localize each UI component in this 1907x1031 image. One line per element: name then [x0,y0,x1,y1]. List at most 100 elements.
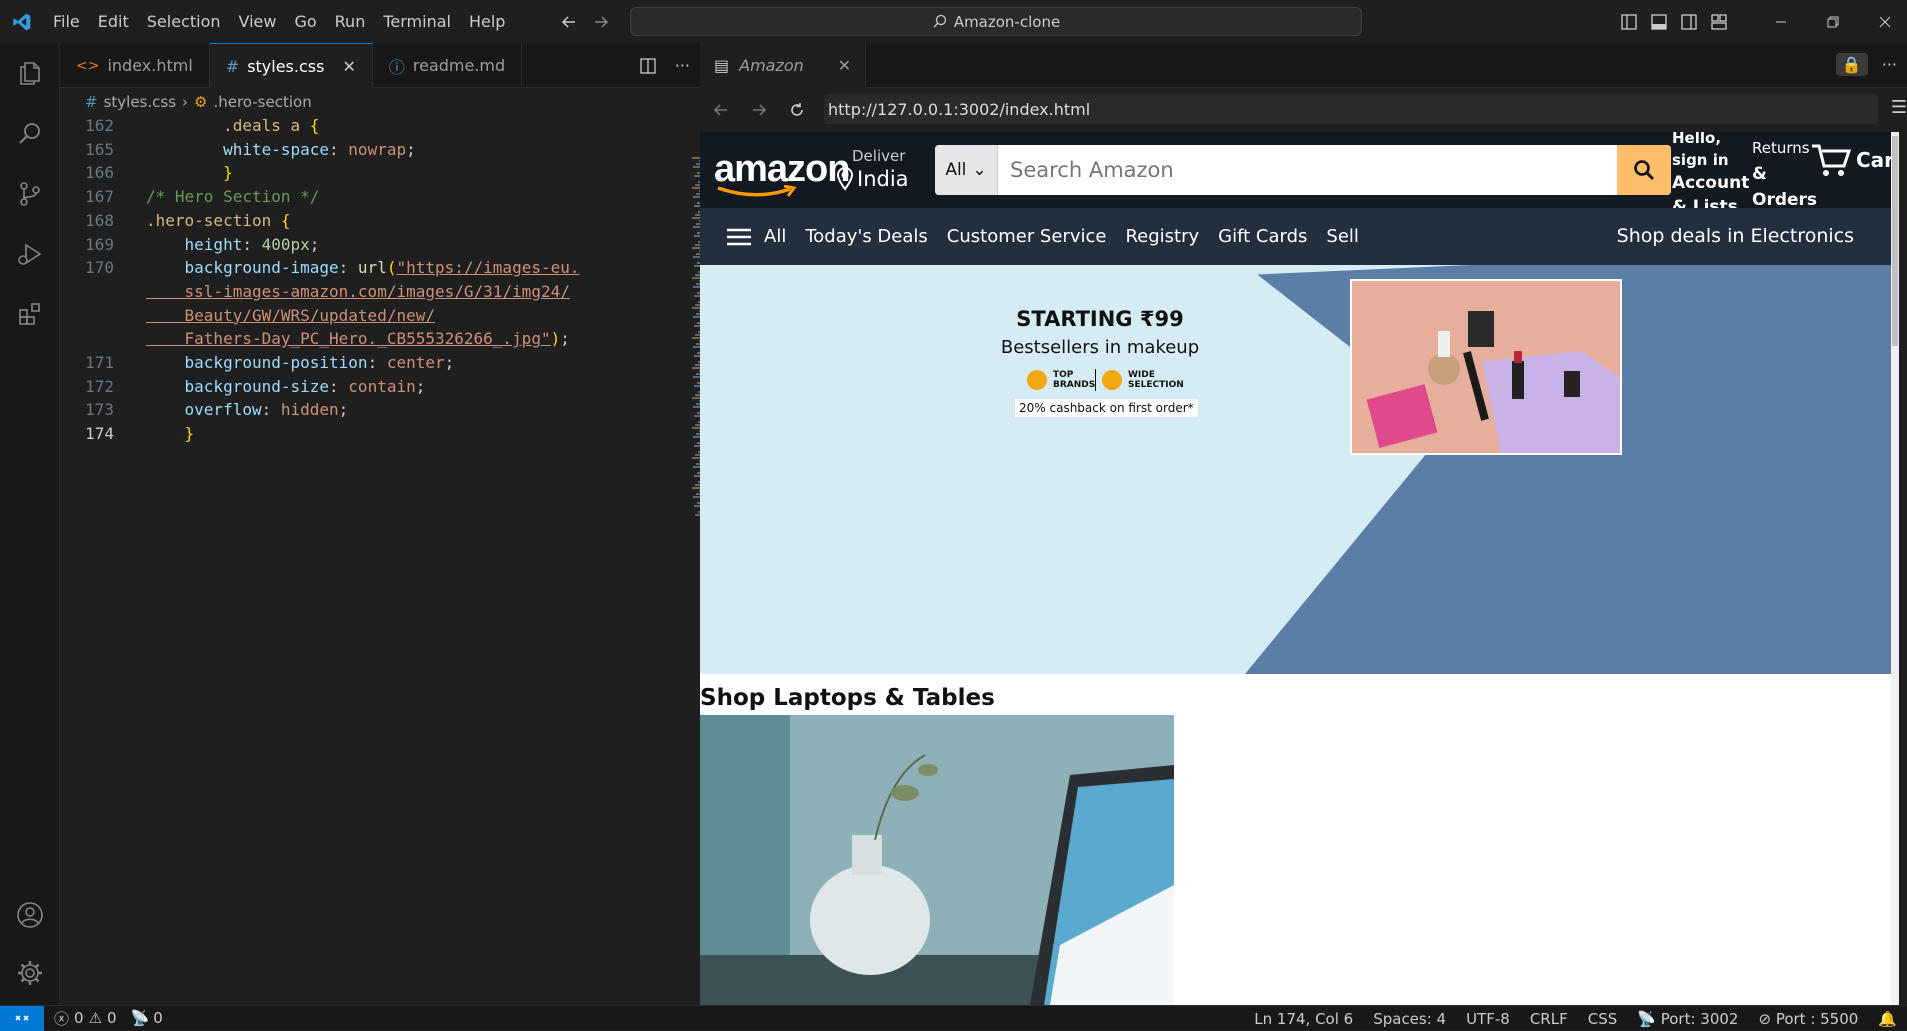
nav-shop-electronics[interactable]: Shop deals in Electronics [1617,225,1854,247]
code-line[interactable]: ssl-images-amazon.com/images/G/31/img24/ [146,282,570,301]
cart-icon [1812,144,1852,176]
search-icon[interactable] [0,109,60,159]
location[interactable]: India [835,166,909,192]
minimize-icon[interactable] [1755,16,1807,28]
toggle-panel-icon[interactable] [1650,13,1668,31]
code-line[interactable]: /* Hero Section */ [146,187,319,206]
account-icon[interactable] [0,890,60,940]
breadcrumb-symbol[interactable]: .hero-section [213,93,311,111]
search-button[interactable] [1617,145,1671,195]
close-tab-icon[interactable]: ✕ [342,57,355,76]
ports-indicator[interactable]: 📡 0 [131,1009,163,1027]
code-line[interactable]: .hero-section { [146,211,291,230]
info-icon: ⓘ [388,57,405,77]
back-arrow-icon[interactable] [560,13,578,31]
menu-file[interactable]: File [44,12,89,31]
search-icon [1634,160,1655,181]
port-indicator[interactable]: 📡 Port: 3002 [1637,1010,1738,1028]
broadcast-icon: 📡 [130,1009,150,1027]
code-line[interactable]: Beauty/GW/WRS/updated/new/ [146,306,435,325]
nav-customer-service[interactable]: Customer Service [947,226,1107,247]
code-line[interactable]: .deals a { [146,116,319,135]
toggle-primary-sidebar-icon[interactable] [1620,13,1638,31]
command-center-search[interactable]: Amazon-clone [630,7,1362,36]
hamburger-menu-icon[interactable] [726,227,752,247]
settings-gear-icon[interactable] [0,948,60,998]
symbol-class-icon: ⚙ [194,93,208,111]
section-title: Shop Laptops & Tables [700,685,995,711]
split-editor-icon[interactable] [639,57,657,75]
forward-arrow-icon[interactable] [592,13,610,31]
more-actions-icon[interactable]: ··· [675,56,690,75]
tab-readme-md[interactable]: ⓘ readme.md [373,43,523,88]
tab-index-html[interactable]: <> index.html [60,43,210,88]
menu-selection[interactable]: Selection [138,12,230,31]
nav-all[interactable]: All [764,226,786,247]
lock-icon[interactable]: 🔒 [1835,53,1868,76]
toggle-secondary-sidebar-icon[interactable] [1680,13,1698,31]
reload-icon[interactable] [788,101,806,119]
menu-run[interactable]: Run [326,12,375,31]
address-bar[interactable]: http://127.0.0.1:3002/index.html [824,94,1878,124]
code-line[interactable]: Fathers-Day_PC_Hero._CB555326266_.jpg"); [146,329,570,348]
notifications-bell-icon[interactable]: 🔔 [1878,1010,1897,1028]
tab-styles-css[interactable]: # styles.css ✕ [209,43,373,88]
line-number: 168 [85,210,114,230]
live-server-indicator[interactable]: ⊘ Port : 5500 [1758,1010,1858,1028]
code-line[interactable]: white-space: nowrap; [146,140,416,159]
coin-icon [1027,370,1047,390]
remote-indicator[interactable] [0,1005,44,1031]
search-input[interactable]: Search Amazon [998,145,1617,195]
editor-group: <> index.html # styles.css ✕ ⓘ readme.md… [60,43,742,1005]
nav-registry[interactable]: Registry [1125,226,1199,247]
code-line[interactable]: height: 400px; [146,235,320,254]
back-arrow-icon[interactable] [712,101,730,119]
line-ending[interactable]: CRLF [1530,1010,1568,1028]
restore-icon[interactable] [1807,16,1859,28]
indentation[interactable]: Spaces: 4 [1373,1010,1446,1028]
nav-sell[interactable]: Sell [1326,226,1359,247]
more-actions-icon[interactable]: ··· [1882,55,1897,74]
problems-indicator[interactable]: ⓧ 0 ⚠ 0 [54,1008,117,1029]
amazon-header: amazon Deliver India All ⌄ Search Amazon … [700,132,1899,217]
code-line[interactable]: background-image: url("https://images-eu… [146,258,580,277]
hero-section[interactable]: STARTING ₹99 Bestsellers in makeup TOP B… [700,265,1899,674]
menu-help[interactable]: Help [460,12,514,31]
explorer-icon[interactable] [0,48,60,98]
amazon-search: All ⌄ Search Amazon [935,145,1671,195]
menu-view[interactable]: View [230,12,286,31]
chevron-right-icon: › [182,93,189,111]
badge-top-brands: TOP BRANDS [1053,370,1096,390]
run-debug-icon[interactable] [0,229,60,279]
code-line[interactable]: } [146,424,195,443]
search-category-select[interactable]: All ⌄ [935,145,998,195]
page-scrollbar[interactable] [1891,132,1899,1005]
tab-amazon-preview[interactable]: ▤ Amazon ✕ [700,43,867,88]
nav-gift-cards[interactable]: Gift Cards [1218,226,1307,247]
customize-layout-icon[interactable] [1710,13,1728,31]
encoding[interactable]: UTF-8 [1466,1010,1510,1028]
menu-edit[interactable]: Edit [89,12,138,31]
code-line[interactable]: background-size: contain; [146,377,426,396]
forward-arrow-icon[interactable] [750,101,768,119]
hamburger-menu-icon[interactable]: ☰ [1891,97,1907,118]
code-line[interactable]: overflow: hidden; [146,400,349,419]
laptop-product-image[interactable] [700,715,1174,1005]
cart[interactable]: Cart [1810,140,1899,180]
close-window-icon[interactable] [1859,16,1907,28]
source-control-icon[interactable] [0,169,60,219]
returns-orders[interactable]: Returns & Orders [1752,135,1817,213]
close-tab-icon[interactable]: ✕ [838,56,851,75]
menu-terminal[interactable]: Terminal [374,12,460,31]
nav-todays-deals[interactable]: Today's Deals [805,226,927,247]
cursor-position[interactable]: Ln 174, Col 6 [1254,1010,1353,1028]
code-line[interactable]: } [146,163,233,182]
hero-headline: STARTING ₹99 [1016,307,1184,331]
extensions-icon[interactable] [0,289,60,339]
breadcrumb-file[interactable]: styles.css [104,93,176,111]
language-mode[interactable]: CSS [1588,1010,1618,1028]
vscode-logo-icon[interactable] [0,0,44,43]
menu-go[interactable]: Go [285,12,325,31]
code-line[interactable]: background-position: center; [146,353,455,372]
account-lists[interactable]: Hello, sign in Account & Lists [1672,132,1752,219]
